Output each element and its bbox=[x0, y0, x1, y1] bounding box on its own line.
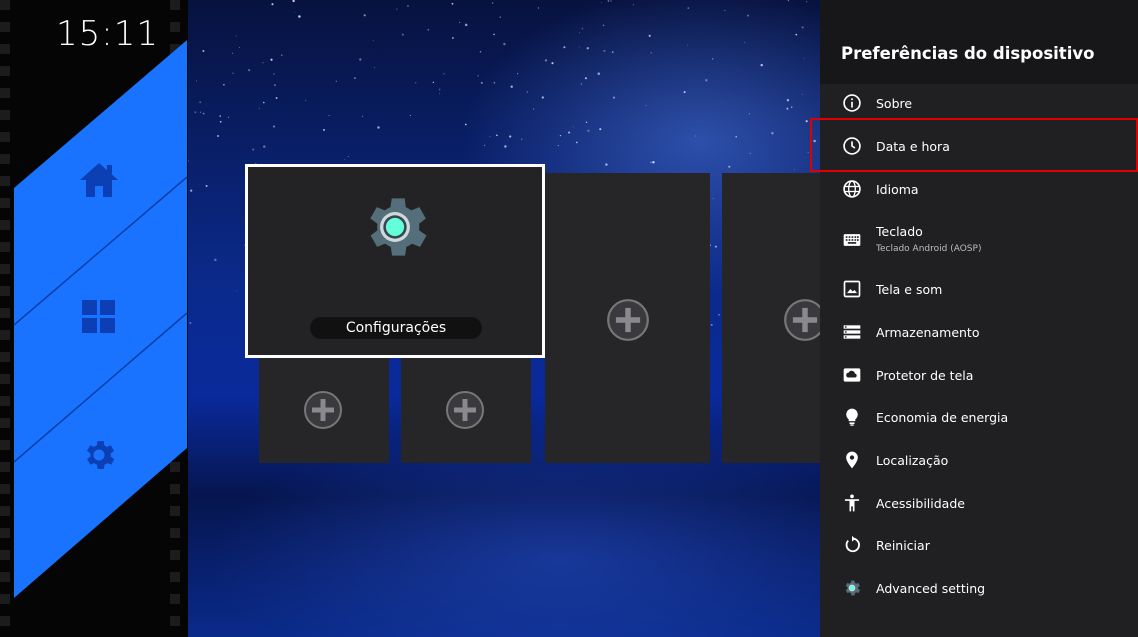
device-preferences-panel: Preferências do dispositivo Sobre Data e… bbox=[820, 0, 1138, 637]
menu-item-protetor-de-tela[interactable]: Protetor de tela bbox=[820, 354, 1138, 396]
empty-tile-slot[interactable] bbox=[545, 173, 710, 463]
accessibility-icon bbox=[844, 494, 860, 512]
empty-tile-slot[interactable] bbox=[259, 352, 389, 463]
add-app-icon bbox=[784, 299, 820, 341]
menu-item-label: Advanced setting bbox=[876, 581, 986, 596]
empty-tile-slot[interactable] bbox=[401, 352, 531, 463]
gear-icon[interactable] bbox=[80, 436, 118, 474]
app-label: Configurações bbox=[310, 317, 482, 339]
panel-header: Preferências do dispositivo bbox=[820, 0, 1138, 84]
add-app-icon bbox=[304, 391, 342, 429]
menu-item-idioma[interactable]: Idioma bbox=[820, 168, 1138, 210]
menu-item-label: Protetor de tela bbox=[876, 368, 974, 383]
menu-item-label: Economia de energia bbox=[876, 410, 1009, 425]
menu-item-label: Acessibilidade bbox=[876, 496, 965, 511]
menu-item-advanced-setting[interactable]: Advanced setting bbox=[820, 567, 1138, 609]
menu-item-economia-de-energia[interactable]: Economia de energia bbox=[820, 396, 1138, 438]
highlight-box bbox=[810, 118, 1138, 172]
home-icon[interactable] bbox=[78, 160, 120, 200]
menu-item-reiniciar[interactable]: Reiniciar bbox=[820, 524, 1138, 566]
info-icon bbox=[843, 94, 861, 112]
settings-app-tile[interactable]: Configurações bbox=[245, 164, 545, 358]
menu-item-label: Reiniciar bbox=[876, 538, 930, 553]
menu-item-label: Sobre bbox=[876, 96, 913, 111]
add-app-icon bbox=[607, 299, 649, 341]
lightbulb-icon bbox=[846, 408, 858, 426]
keyboard-icon bbox=[843, 234, 861, 246]
menu-item-label: Idioma bbox=[876, 182, 919, 197]
settings-gear-icon bbox=[370, 198, 427, 256]
menu-item-label: Teclado bbox=[876, 224, 923, 239]
menu-item-tela-e-som[interactable]: Tela e som bbox=[820, 268, 1138, 310]
menu-item-armazenamento[interactable]: Armazenamento bbox=[820, 311, 1138, 353]
menu-item-label: Localização bbox=[876, 453, 949, 468]
screensaver-icon bbox=[843, 368, 861, 382]
restart-icon bbox=[845, 535, 860, 553]
apps-grid-icon[interactable] bbox=[82, 300, 116, 334]
empty-tile-slot[interactable] bbox=[722, 173, 820, 463]
menu-item-sublabel: Teclado Android (AOSP) bbox=[876, 244, 982, 254]
image-icon bbox=[843, 280, 861, 298]
clock: 15:11 bbox=[56, 14, 159, 54]
panel-title: Preferências do dispositivo bbox=[841, 44, 1095, 63]
menu-item-acessibilidade[interactable]: Acessibilidade bbox=[820, 482, 1138, 524]
globe-icon bbox=[843, 180, 861, 198]
location-pin-icon bbox=[846, 451, 858, 469]
advanced-gear-icon bbox=[845, 580, 861, 596]
menu-item-localizacao[interactable]: Localização bbox=[820, 439, 1138, 481]
left-rail: 15:11 bbox=[0, 0, 188, 637]
storage-icon bbox=[843, 325, 861, 339]
menu-item-teclado[interactable]: Teclado Teclado Android (AOSP) bbox=[820, 218, 1138, 268]
menu-item-label: Armazenamento bbox=[876, 325, 980, 340]
add-app-icon bbox=[446, 391, 484, 429]
menu-item-label: Tela e som bbox=[876, 282, 943, 297]
